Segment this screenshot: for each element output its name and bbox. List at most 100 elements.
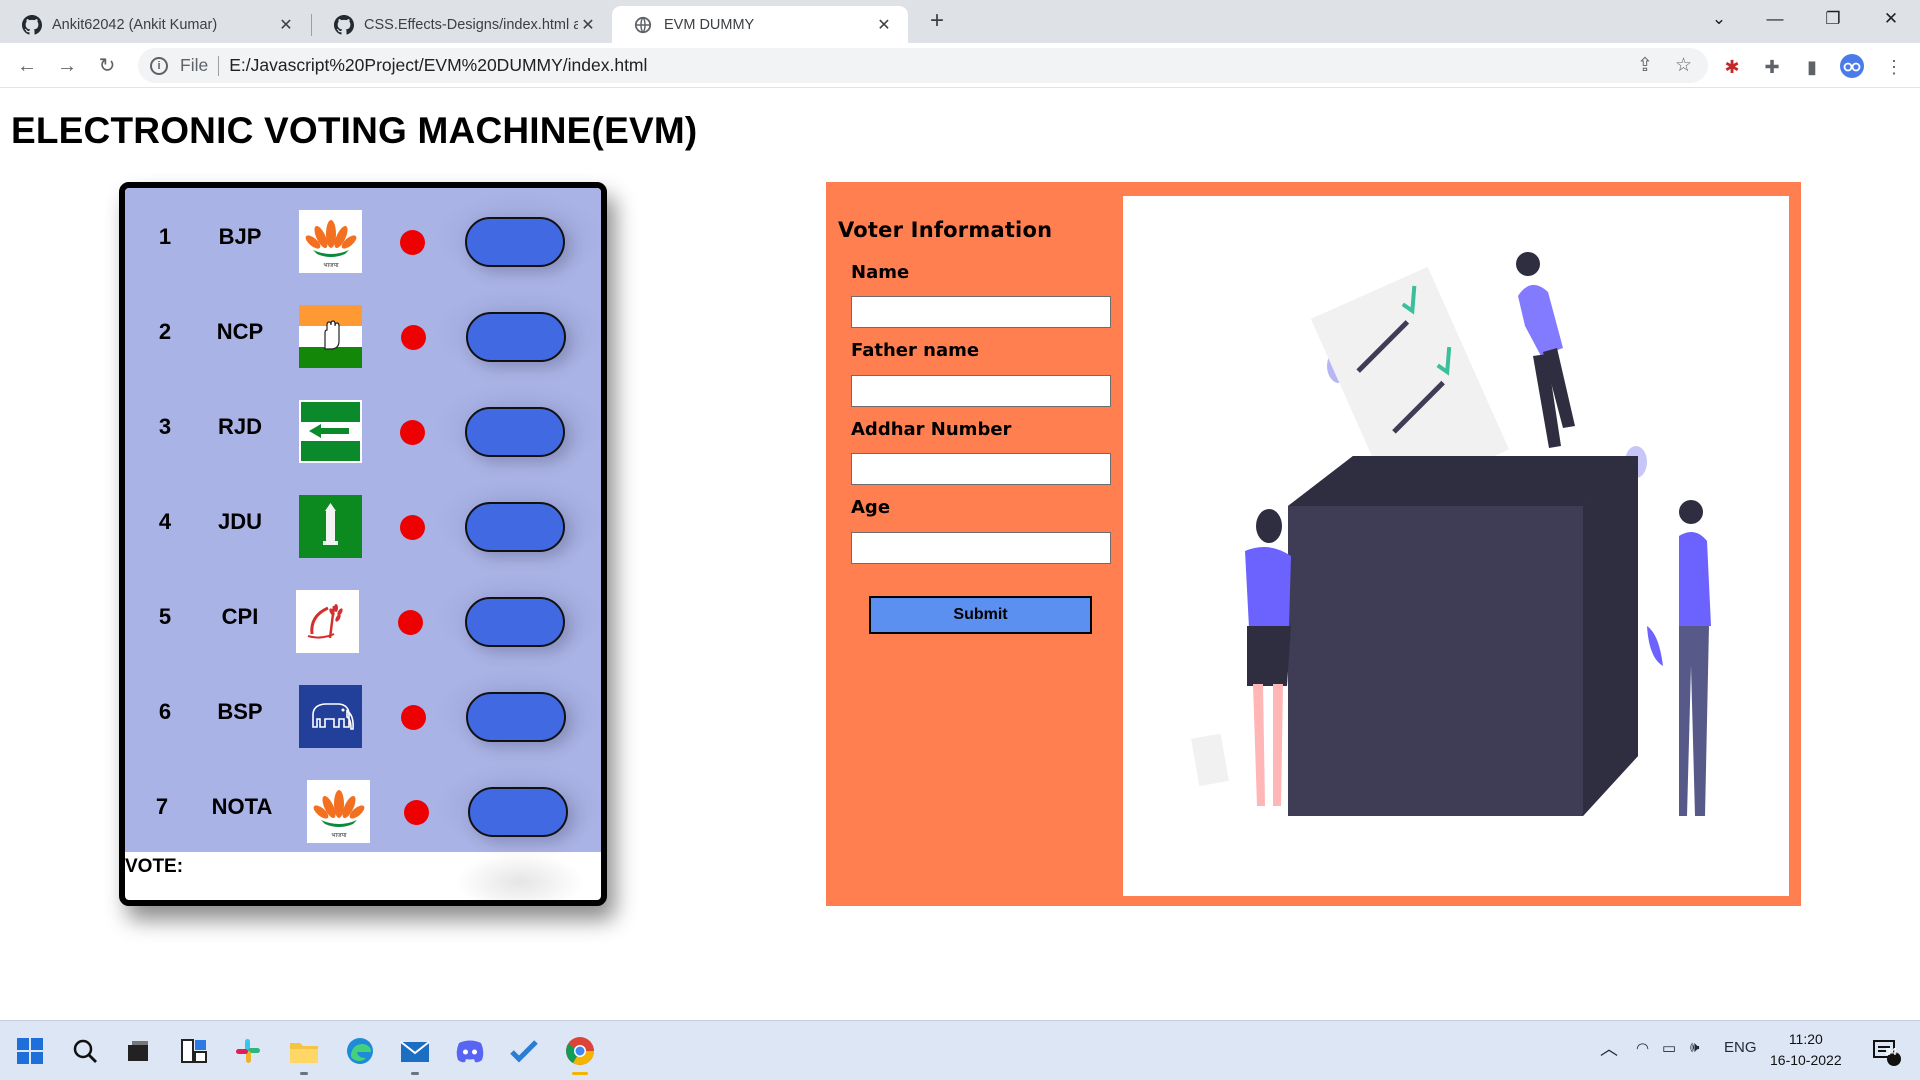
voter-info-panel: Voter Information Name Father name Addha…	[826, 182, 1801, 906]
vote-button[interactable]	[465, 502, 565, 552]
vote-button[interactable]	[465, 217, 565, 267]
status-led	[401, 325, 426, 350]
todo-check-icon[interactable]	[504, 1031, 544, 1071]
status-led	[398, 610, 423, 635]
windows-start-icon[interactable]	[10, 1031, 50, 1071]
tab-title: EVM DUMMY	[664, 16, 755, 33]
green-flag-icon	[299, 400, 362, 463]
vote-area-shadow	[455, 852, 585, 900]
party-name: BJP	[218, 224, 262, 249]
evm-ballot-unit: 1 BJP भाजपा 2 NCP 3 RJD 4 JDU 5 CPI 6 BS…	[125, 188, 601, 852]
url-text: E:/Javascript%20Project/EVM%20DUMMY/inde…	[229, 55, 648, 75]
widgets-icon[interactable]	[174, 1031, 214, 1071]
language-indicator[interactable]: ENG	[1724, 1039, 1757, 1056]
github-icon	[334, 14, 356, 35]
lotus-icon: भाजपा	[307, 780, 370, 843]
menu-kebab-icon[interactable]: ⋮	[1880, 53, 1908, 81]
vote-button[interactable]	[465, 407, 565, 457]
aadhar-number-field[interactable]	[851, 453, 1111, 485]
time-text: 11:20	[1788, 1031, 1823, 1047]
ballot-row: 2 NCP	[125, 283, 601, 378]
tab-title: CSS.Effects-Designs/index.html at	[364, 16, 578, 33]
restore-button[interactable]: ❐	[1808, 0, 1858, 40]
ballot-row: 7 NOTA भाजपा	[125, 758, 601, 853]
status-led	[401, 705, 426, 730]
vote-button[interactable]	[465, 597, 565, 647]
party-name: NCP	[216, 319, 264, 344]
candidate-number: 6	[158, 699, 172, 724]
slack-icon[interactable]	[228, 1031, 268, 1071]
side-panel-icon[interactable]: ▮	[1798, 53, 1826, 81]
divider	[218, 55, 220, 76]
party-name: NOTA	[211, 794, 273, 819]
tab-strip: Ankit62042 (Ankit Kumar) ✕ CSS.Effects-D…	[0, 0, 1920, 43]
profile-avatar-icon[interactable]	[1838, 53, 1866, 81]
bug-extension-icon[interactable]: ✱	[1718, 53, 1746, 81]
tab-css-effects[interactable]: CSS.Effects-Designs/index.html at ✕	[312, 6, 612, 43]
discord-icon[interactable]	[450, 1031, 490, 1071]
scheme-label: File	[180, 55, 209, 75]
address-bar[interactable]: i File E:/Javascript%20Project/EVM%20DUM…	[138, 48, 1708, 83]
close-window-button[interactable]: ✕	[1866, 0, 1916, 40]
candidate-number: 1	[158, 224, 172, 249]
running-indicator	[411, 1072, 419, 1075]
close-icon[interactable]: ✕	[578, 15, 598, 35]
page-title: ELECTRONIC VOTING MACHINE(EVM)	[11, 110, 698, 151]
share-icon[interactable]: ⇪	[1637, 54, 1653, 77]
father-name-field[interactable]	[851, 375, 1111, 407]
reload-icon[interactable]: ↻	[92, 51, 122, 81]
father-name-label: Father name	[851, 340, 980, 361]
candidate-number: 5	[158, 604, 172, 629]
hand-flag-icon	[299, 305, 362, 368]
battery-icon[interactable]: ▭	[1662, 1039, 1676, 1057]
vote-button[interactable]	[466, 692, 566, 742]
evm-machine: 1 BJP भाजपा 2 NCP 3 RJD 4 JDU 5 CPI 6 BS…	[119, 182, 607, 906]
task-view-icon[interactable]	[118, 1031, 158, 1071]
vote-button[interactable]	[466, 312, 566, 362]
ballot-row: 1 BJP भाजपा	[125, 188, 601, 283]
clock[interactable]: 11:20 16-10-2022	[1770, 1029, 1842, 1071]
puzzle-extensions-icon[interactable]: ✚	[1758, 53, 1786, 81]
submit-button[interactable]: Submit	[869, 596, 1092, 634]
ballot-row: 6 BSP	[125, 663, 601, 758]
close-icon[interactable]: ✕	[276, 15, 296, 35]
vote-button[interactable]	[468, 787, 568, 837]
minimize-button[interactable]: —	[1750, 0, 1800, 40]
date-text: 16-10-2022	[1770, 1052, 1842, 1068]
back-arrow-icon[interactable]: ←	[12, 51, 42, 81]
running-indicator	[300, 1072, 308, 1075]
chrome-icon[interactable]	[560, 1031, 600, 1071]
status-led	[400, 515, 425, 540]
party-name: CPI	[221, 604, 259, 629]
new-tab-button[interactable]: +	[922, 7, 952, 37]
notification-icon[interactable]: 34	[1866, 1031, 1906, 1071]
name-field[interactable]	[851, 296, 1111, 328]
info-icon[interactable]: i	[150, 56, 168, 75]
star-icon[interactable]: ☆	[1675, 54, 1692, 77]
form-title: Voter Information	[838, 218, 1053, 242]
party-name: BSP	[217, 699, 263, 724]
search-icon[interactable]	[65, 1031, 105, 1071]
status-led	[400, 230, 425, 255]
mail-icon[interactable]	[395, 1031, 435, 1071]
tab-search-chevron-icon[interactable]: ⌄	[1694, 0, 1744, 40]
age-field[interactable]	[851, 532, 1111, 564]
edge-icon[interactable]	[340, 1031, 380, 1071]
status-led	[404, 800, 429, 825]
close-icon[interactable]: ✕	[874, 15, 894, 35]
voting-illustration	[1123, 196, 1789, 896]
forward-arrow-icon[interactable]: →	[52, 51, 82, 81]
name-label: Name	[851, 262, 910, 283]
tab-evm-dummy[interactable]: EVM DUMMY ✕	[612, 6, 908, 43]
tab-github-profile[interactable]: Ankit62042 (Ankit Kumar) ✕	[0, 6, 310, 43]
ballot-row: 5 CPI	[125, 568, 601, 663]
file-explorer-icon[interactable]	[284, 1031, 324, 1071]
taskbar: ︿ ◠ ▭ 🕪 ENG 11:20 16-10-2022 34	[0, 1020, 1920, 1080]
svg-text:भाजपा: भाजपा	[323, 262, 339, 269]
volume-icon[interactable]: 🕪	[1690, 1039, 1699, 1056]
chevron-up-icon[interactable]: ︿	[1600, 1035, 1618, 1061]
running-indicator	[572, 1072, 588, 1075]
sickle-icon	[296, 590, 359, 653]
lotus-icon: भाजपा	[299, 210, 362, 273]
wifi-icon[interactable]: ◠	[1636, 1039, 1649, 1057]
